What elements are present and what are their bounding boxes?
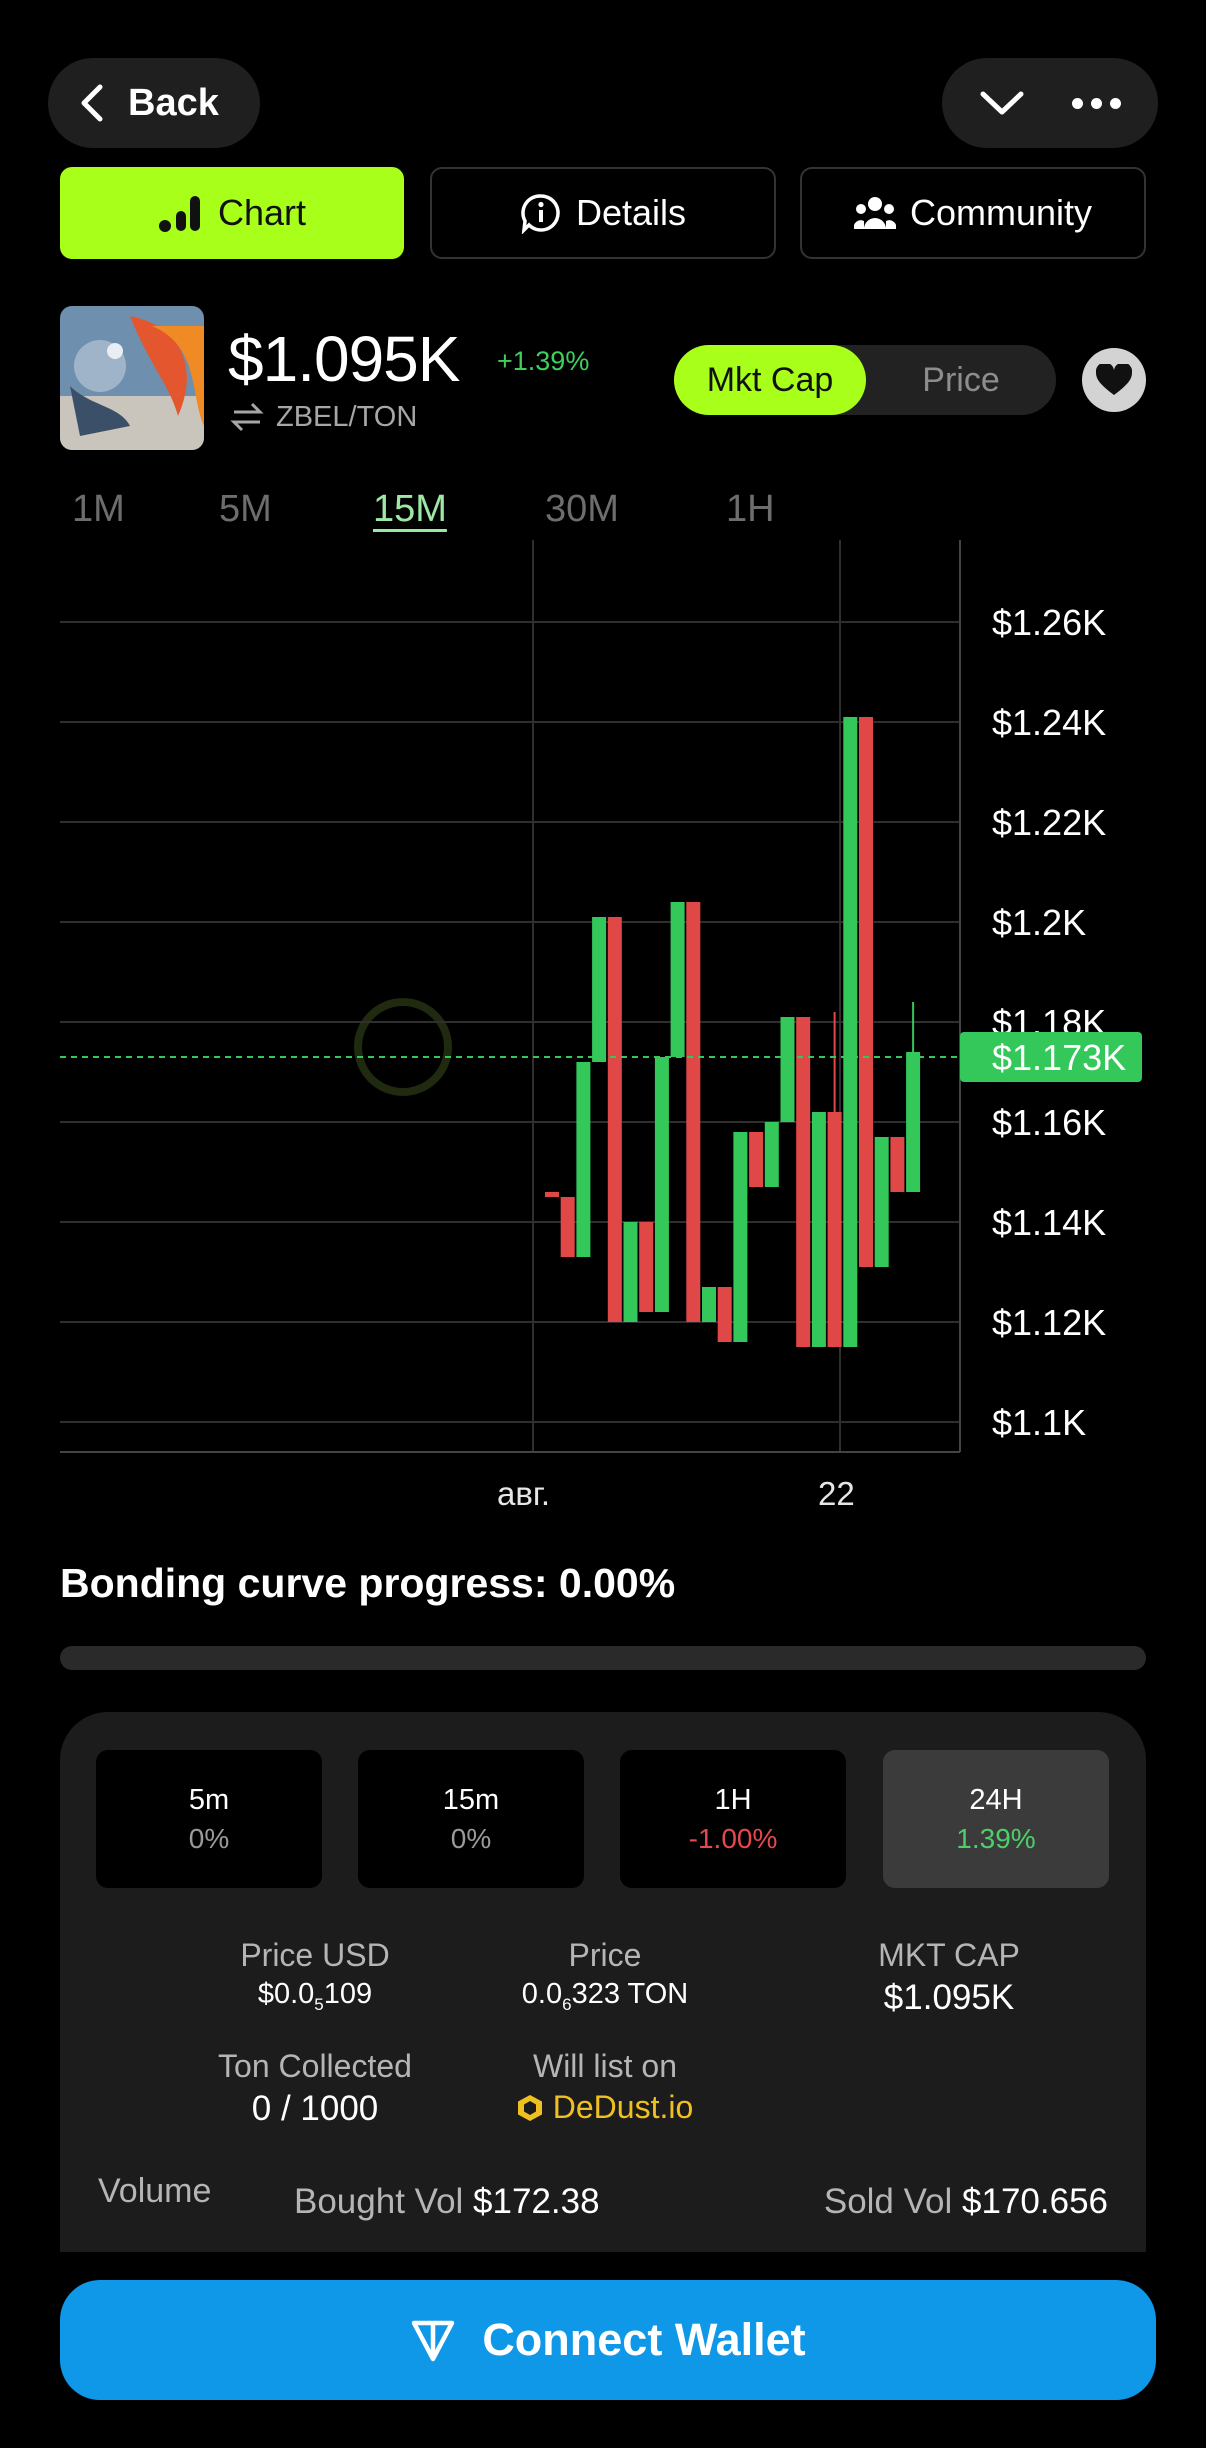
period-value: 0% [450, 1822, 492, 1854]
volume-label: Volume [98, 2172, 212, 2210]
period-value: -1.00% [688, 1822, 778, 1854]
stat-label: MKT CAP [878, 1937, 1020, 1973]
toggle-mktcap[interactable]: Mkt Cap [674, 345, 866, 415]
price-chart[interactable]: $1.26K$1.24K$1.22K$1.2K$1.18K$1.16K$1.14… [0, 530, 1206, 1470]
candle [702, 1287, 716, 1322]
candle [733, 1132, 748, 1342]
chevron-down-icon[interactable] [979, 88, 1025, 118]
header-actions [942, 58, 1158, 148]
y-tick-label: $1.1K [992, 1402, 1086, 1443]
people-icon [853, 197, 896, 229]
candle [639, 1222, 654, 1312]
period-label: 1H [714, 1783, 752, 1816]
candle [592, 917, 607, 1062]
candle [576, 1062, 591, 1257]
y-tick-label: $1.2K [992, 902, 1086, 943]
ton-icon [412, 2320, 455, 2362]
candle [764, 1122, 779, 1187]
x-tick-aug: авг. [497, 1475, 551, 1512]
candle [906, 1052, 921, 1192]
candle [670, 902, 685, 1057]
y-tick-label: $1.22K [992, 802, 1106, 843]
tab-details-label: Details [575, 192, 687, 233]
timeframe-1h[interactable]: 1H [726, 488, 775, 531]
dedust-icon [517, 2094, 542, 2121]
period-value: 0% [188, 1822, 230, 1854]
tab-community-label: Community [909, 192, 1093, 233]
tab-chart[interactable]: Chart [60, 167, 404, 259]
candle [780, 1017, 795, 1122]
candle [827, 1112, 842, 1347]
candle [749, 1132, 764, 1187]
stats-panel: 5m 0% 15m 0% 1H -1.00% 24H 1.39% Price U… [60, 1712, 1146, 2252]
stat-label: Will list on [532, 2048, 677, 2084]
period-value: 1.39% [956, 1822, 1036, 1854]
timeframe-15m[interactable]: 15M [373, 488, 447, 531]
period-label: 5m [188, 1783, 230, 1816]
candle [796, 1017, 811, 1347]
candle [890, 1137, 905, 1192]
tab-details[interactable]: Details [430, 167, 776, 259]
stat-will-list: Will list on DeDust.io [390, 2048, 820, 2130]
toggle-price[interactable]: Price [866, 345, 1056, 415]
x-tick-22: 22 [818, 1475, 855, 1512]
token-pair: ZBEL/TON [230, 400, 417, 434]
token-price: $1.095K [228, 323, 460, 395]
period-card-1h[interactable]: 1H -1.00% [620, 1750, 846, 1888]
pair-label: ZBEL/TON [276, 400, 418, 433]
period-card-15m[interactable]: 15m 0% [358, 1750, 584, 1888]
bought-volume: Bought Vol $172.38 [294, 2182, 600, 2221]
swap-icon [230, 402, 264, 432]
timeframe-30m[interactable]: 30M [545, 488, 619, 531]
connect-wallet-label: Connect Wallet [482, 2314, 806, 2365]
timeframe-5m[interactable]: 5M [219, 488, 272, 531]
favorite-button[interactable] [1082, 348, 1146, 412]
y-tick-label: $1.14K [992, 1202, 1106, 1243]
back-label: Back [128, 81, 219, 124]
mktcap-price-toggle: Mkt Cap Price [674, 345, 1056, 415]
dedust-link[interactable]: DeDust.io [390, 2089, 820, 2130]
sold-volume: Sold Vol $170.656 [823, 2182, 1108, 2221]
candle [623, 1222, 638, 1322]
candle [811, 1112, 826, 1347]
info-chat-icon [521, 194, 560, 234]
back-button[interactable]: Back [48, 58, 260, 148]
candle [843, 717, 858, 1347]
current-price-label: $1.173K [992, 1037, 1126, 1078]
candle [545, 1192, 559, 1197]
tab-community[interactable]: Community [800, 167, 1146, 259]
period-label: 15m [442, 1783, 500, 1816]
candle [717, 1287, 732, 1342]
bar-chart-icon [158, 196, 200, 232]
candle [654, 1057, 669, 1312]
y-tick-label: $1.16K [992, 1102, 1106, 1143]
timeframe-1m[interactable]: 1M [72, 488, 125, 531]
candle [560, 1197, 575, 1257]
stat-mkt-cap: MKT CAP $1.095K [734, 1937, 1164, 2018]
period-label: 24H [969, 1783, 1023, 1816]
candle [859, 717, 873, 1267]
period-card-24h[interactable]: 24H 1.39% [883, 1750, 1109, 1888]
candle [874, 1137, 889, 1267]
candle [607, 917, 622, 1322]
watermark-logo [354, 998, 452, 1096]
heart-icon [1096, 364, 1132, 395]
y-tick-label: $1.12K [992, 1302, 1106, 1343]
period-card-5m[interactable]: 5m 0% [96, 1750, 322, 1888]
stat-value: $1.095K [883, 1978, 1015, 2017]
bonding-curve-label: Bonding curve progress: 0.00% [60, 1560, 676, 1606]
connect-wallet-button[interactable]: Connect Wallet [60, 2280, 1156, 2400]
chevron-left-icon [81, 84, 103, 122]
bonding-progress-bar [60, 1646, 1146, 1670]
y-tick-label: $1.26K [992, 602, 1106, 643]
token-avatar [60, 306, 204, 450]
more-options-icon[interactable] [1071, 97, 1121, 109]
y-tick-label: $1.24K [992, 702, 1106, 743]
token-change: +1.39% [497, 346, 590, 376]
tab-chart-label: Chart [217, 192, 307, 233]
candle [686, 902, 701, 1322]
